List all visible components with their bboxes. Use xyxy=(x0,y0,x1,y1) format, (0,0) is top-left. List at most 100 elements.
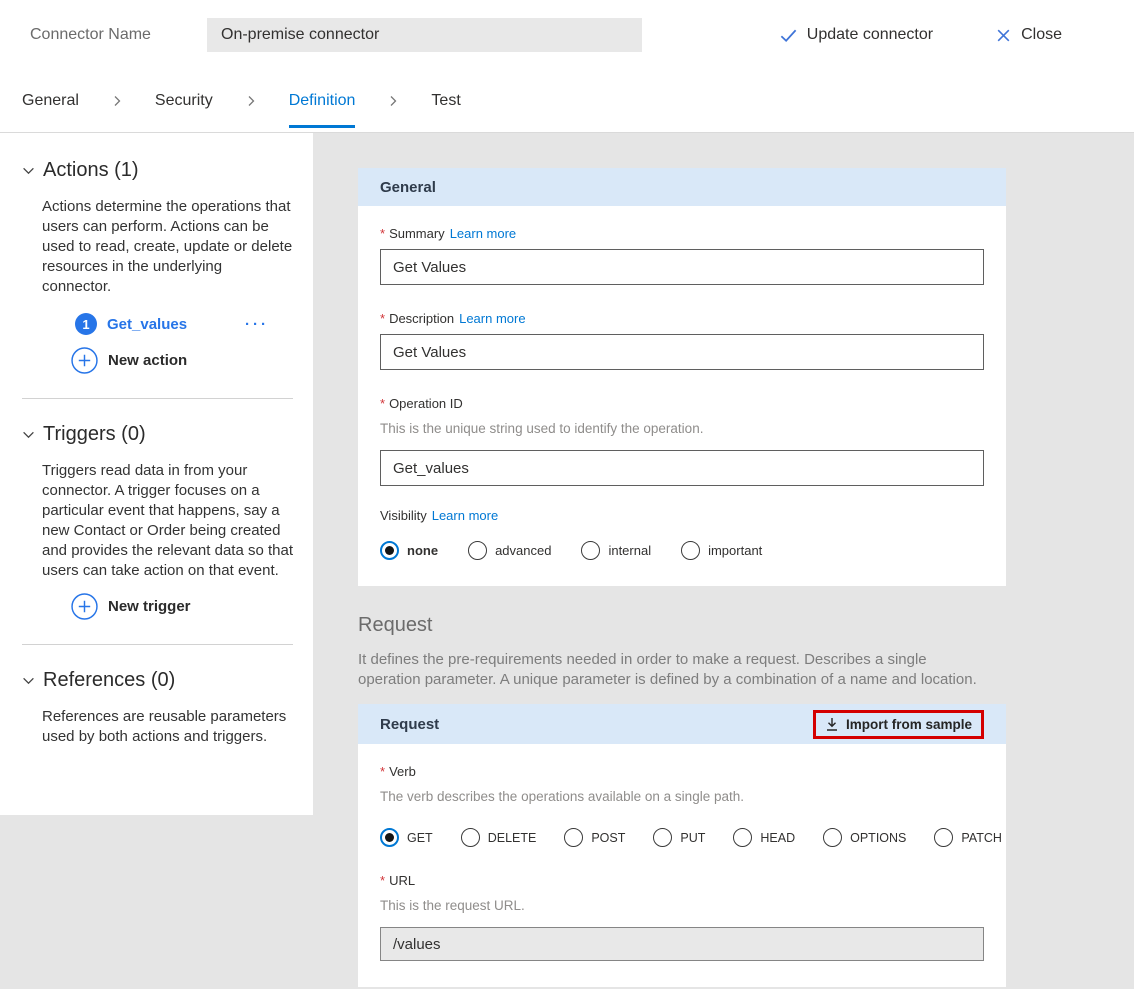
required-asterisk: * xyxy=(380,764,385,779)
radio-icon[interactable] xyxy=(823,828,842,847)
verb-option-patch-label: PATCH xyxy=(961,831,1002,845)
chevron-right-icon xyxy=(387,95,399,107)
description-input[interactable] xyxy=(380,334,984,370)
visibility-option-advanced[interactable]: advanced xyxy=(468,541,551,560)
sidebar-divider xyxy=(22,398,293,399)
chevron-down-icon xyxy=(22,674,35,687)
url-field: *URL This is the request URL. xyxy=(380,873,984,961)
triggers-section: Triggers (0) Triggers read data in from … xyxy=(22,423,293,620)
topbar: Connector Name Update connector Close xyxy=(0,0,1134,70)
radio-icon[interactable] xyxy=(564,828,583,847)
definition-main: General *SummaryLearn more * Description L… xyxy=(358,133,1006,987)
radio-icon[interactable] xyxy=(681,541,700,560)
required-asterisk: * xyxy=(380,311,385,326)
general-card-header: General xyxy=(358,168,1006,206)
chevron-down-icon xyxy=(22,164,35,177)
new-action-label: New action xyxy=(108,352,187,369)
connector-editor-window: Connector Name Update connector Close Ge… xyxy=(0,0,1134,989)
radio-icon[interactable] xyxy=(653,828,672,847)
actions-description: Actions determine the operations that us… xyxy=(42,197,293,297)
radio-icon[interactable] xyxy=(581,541,600,560)
tab-general-label: General xyxy=(22,92,79,110)
wizard-tabbar: General Security Definition Test xyxy=(0,70,1134,133)
verb-radio-group: GET DELETE POST xyxy=(380,828,984,847)
verb-option-head-label: HEAD xyxy=(760,831,795,845)
action-item-get-values[interactable]: 1 Get_values ··· xyxy=(75,313,293,335)
visibility-option-internal-label: internal xyxy=(608,543,651,558)
request-card-body: * Verb The verb describes the operations … xyxy=(358,744,1006,987)
request-intro-title: Request xyxy=(358,614,988,637)
references-section-header[interactable]: References (0) xyxy=(22,669,293,692)
action-item-label[interactable]: Get_values xyxy=(107,316,187,333)
tab-definition-label: Definition xyxy=(289,92,356,110)
topbar-actions: Update connector Close xyxy=(779,26,1062,45)
verb-helper: The verb describes the operations availa… xyxy=(380,789,984,804)
new-action-button[interactable]: New action xyxy=(71,347,293,374)
references-description: References are reusable parameters used … xyxy=(42,707,293,747)
verb-option-post[interactable]: POST xyxy=(564,828,625,847)
import-from-sample-button[interactable]: Import from sample xyxy=(813,710,984,739)
import-from-sample-label: Import from sample xyxy=(846,717,972,732)
verb-label-row: * Verb xyxy=(380,764,984,779)
operation-id-label: Operation ID xyxy=(389,396,463,411)
summary-input[interactable] xyxy=(380,249,984,285)
radio-icon[interactable] xyxy=(468,541,487,560)
plus-circle-icon xyxy=(71,347,98,374)
verb-option-options[interactable]: OPTIONS xyxy=(823,828,906,847)
chevron-right-icon xyxy=(111,95,123,107)
visibility-option-important[interactable]: important xyxy=(681,541,762,560)
operation-id-label-row: * Operation ID xyxy=(380,396,984,411)
triggers-section-header[interactable]: Triggers (0) xyxy=(22,423,293,446)
verb-option-delete[interactable]: DELETE xyxy=(461,828,537,847)
update-connector-label: Update connector xyxy=(807,26,933,44)
plus-circle-icon xyxy=(71,593,98,620)
verb-option-head[interactable]: HEAD xyxy=(733,828,795,847)
chevron-right-icon xyxy=(245,95,257,107)
new-trigger-button[interactable]: New trigger xyxy=(71,593,293,620)
url-helper: This is the request URL. xyxy=(380,898,984,913)
verb-label: Verb xyxy=(389,764,416,779)
sidebar-divider xyxy=(22,644,293,645)
tab-security[interactable]: Security xyxy=(155,70,213,132)
url-label: URL xyxy=(389,873,415,888)
action-item-menu-icon[interactable]: ··· xyxy=(245,316,269,333)
visibility-option-none[interactable]: none xyxy=(380,541,438,560)
verb-option-put[interactable]: PUT xyxy=(653,828,705,847)
verb-field: * Verb The verb describes the operations … xyxy=(380,764,984,847)
radio-icon[interactable] xyxy=(733,828,752,847)
request-card: Request Import from sample *Verb The ver… xyxy=(358,704,1006,987)
update-connector-button[interactable]: Update connector xyxy=(779,26,933,45)
required-asterisk: * xyxy=(380,226,385,241)
tab-test-label: Test xyxy=(431,92,460,110)
close-label: Close xyxy=(1021,26,1062,44)
summary-learn-more-link[interactable]: Learn more xyxy=(450,226,516,241)
actions-section-header[interactable]: Actions (1) xyxy=(22,159,293,182)
required-asterisk: * xyxy=(380,396,385,411)
radio-selected-icon[interactable] xyxy=(380,541,399,560)
radio-icon[interactable] xyxy=(461,828,480,847)
visibility-learn-more-link[interactable]: Learn more xyxy=(432,508,498,523)
verb-option-patch[interactable]: PATCH xyxy=(934,828,1002,847)
operation-id-input[interactable] xyxy=(380,450,984,486)
action-index-badge: 1 xyxy=(75,313,97,335)
connector-name-label: Connector Name xyxy=(30,26,180,44)
description-label: Description xyxy=(389,311,454,326)
new-trigger-label: New trigger xyxy=(108,598,191,615)
visibility-option-internal[interactable]: internal xyxy=(581,541,651,560)
close-button[interactable]: Close xyxy=(995,26,1062,44)
description-field: * Description Learn more xyxy=(380,311,984,370)
tab-definition[interactable]: Definition xyxy=(289,70,356,132)
description-learn-more-link[interactable]: Learn more xyxy=(459,311,525,326)
actions-title: Actions (1) xyxy=(43,159,139,182)
radio-icon[interactable] xyxy=(934,828,953,847)
definition-sidebar: Actions (1) Actions determine the operat… xyxy=(0,133,313,815)
url-input[interactable] xyxy=(380,927,984,961)
summary-label-row: *SummaryLearn more xyxy=(380,226,984,241)
radio-selected-icon[interactable] xyxy=(380,828,399,847)
connector-name-input[interactable] xyxy=(207,18,642,52)
references-section: References (0) References are reusable p… xyxy=(22,669,293,747)
tab-general[interactable]: General xyxy=(22,70,79,132)
tab-test[interactable]: Test xyxy=(431,70,460,132)
verb-option-get-label: GET xyxy=(407,831,433,845)
verb-option-get[interactable]: GET xyxy=(380,828,433,847)
